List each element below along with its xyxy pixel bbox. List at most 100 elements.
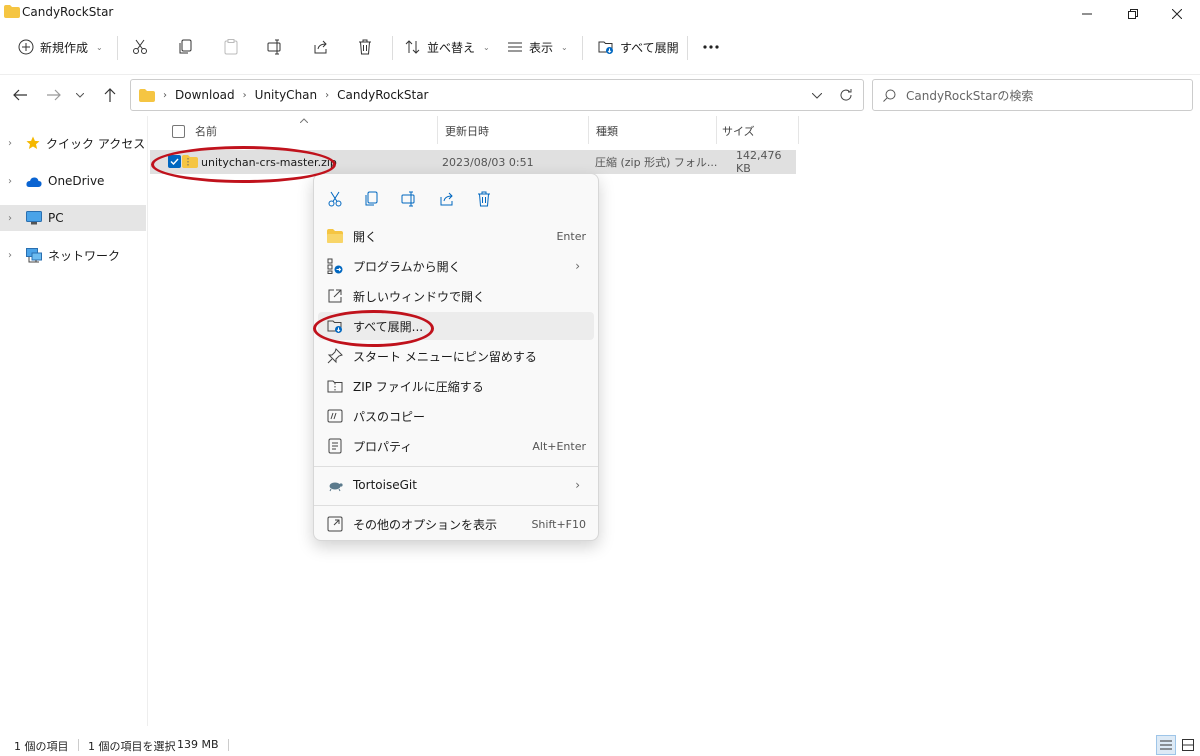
column-header-name[interactable]: 名前 (195, 123, 217, 139)
breadcrumb-candyrockstar[interactable]: CandyRockStar (337, 88, 428, 102)
share-icon (314, 40, 327, 54)
column-header-modified[interactable]: 更新日時 (445, 120, 489, 142)
menu-divider (314, 505, 598, 506)
restore-button[interactable] (1110, 0, 1156, 28)
ctx-item-label: TortoiseGit (353, 478, 417, 492)
folder-icon (139, 88, 155, 102)
file-list: 名前 更新日時 種類 サイズ unitychan-crs-master.zip … (150, 116, 1200, 726)
status-bar: 1 個の項目 1 個の項目を選択 139 MB (0, 733, 1200, 756)
cut-icon (328, 191, 342, 207)
restore-icon (1128, 9, 1138, 19)
recent-button[interactable] (70, 83, 90, 107)
minimize-button[interactable] (1064, 0, 1110, 28)
copy-button[interactable] (178, 28, 194, 66)
breadcrumb-unitychan[interactable]: UnityChan (255, 88, 317, 102)
sidebar-item-onedrive[interactable]: › OneDrive (0, 168, 146, 194)
column-header-type[interactable]: 種類 (596, 120, 618, 142)
window-title: CandyRockStar (22, 5, 114, 19)
delete-button[interactable] (357, 28, 373, 66)
more-icon (703, 45, 719, 49)
ctx-more-options[interactable]: その他のオプションを表示 Shift+F10 (318, 510, 594, 538)
rename-button[interactable] (267, 28, 283, 66)
ctx-compress-zip[interactable]: ZIP ファイルに圧縮する (318, 372, 594, 400)
ctx-share-button[interactable] (434, 186, 460, 212)
chevron-right-icon[interactable]: › (8, 250, 20, 261)
chevron-down-icon: ⌄ (561, 42, 568, 52)
up-button[interactable] (98, 83, 122, 107)
new-window-icon (328, 289, 342, 303)
more-button[interactable] (702, 28, 720, 66)
search-placeholder: CandyRockStarの検索 (906, 88, 1034, 103)
sidebar-item-label: クイック アクセス (46, 136, 146, 151)
chevron-right-icon[interactable]: › (8, 138, 20, 149)
ctx-rename-button[interactable] (396, 186, 422, 212)
toolbar-divider (582, 36, 583, 60)
column-divider[interactable] (437, 116, 438, 144)
column-header-size[interactable]: サイズ (722, 120, 755, 142)
tiles-view-button[interactable] (1178, 735, 1198, 755)
command-bar: 新規作成 ⌄ 並べ替え ⌄ 表示 ⌄ すべて展開 (0, 28, 1200, 70)
sidebar-item-label: PC (48, 211, 64, 225)
close-button[interactable] (1154, 0, 1200, 28)
ctx-open-with[interactable]: プログラムから開く › (318, 252, 594, 280)
toolbar-divider (392, 36, 393, 60)
select-all-checkbox[interactable] (172, 124, 185, 138)
rename-icon (401, 191, 415, 207)
new-label: 新規作成 (40, 40, 89, 55)
cut-button[interactable] (132, 28, 148, 66)
ctx-item-shortcut: Alt+Enter (532, 439, 586, 453)
ctx-item-shortcut: Enter (556, 229, 586, 243)
refresh-icon[interactable] (839, 88, 853, 102)
back-button[interactable] (8, 83, 32, 107)
share-icon (440, 192, 453, 206)
sidebar-item-pc[interactable]: › PC (0, 205, 146, 231)
search-field[interactable]: CandyRockStarの検索 (872, 79, 1193, 111)
address-bar-area: › Download › UnityChan › CandyRockStar C… (0, 74, 1200, 116)
chevron-right-icon: › (242, 89, 247, 101)
ctx-open-new-window[interactable]: 新しいウィンドウで開く (318, 282, 594, 310)
column-divider[interactable] (588, 116, 589, 144)
ctx-open[interactable]: 開く Enter (318, 222, 594, 250)
context-menu: 開く Enter プログラムから開く › 新しいウィンドウで開く すべて展開..… (313, 173, 599, 541)
chevron-right-icon: › (325, 89, 330, 101)
ctx-copy-button[interactable] (359, 186, 385, 212)
view-button[interactable]: 表示 ⌄ (507, 28, 568, 66)
ctx-copy-path[interactable]: パスのコピー (318, 402, 594, 430)
ctx-item-shortcut: Shift+F10 (531, 517, 586, 531)
ctx-delete-button[interactable] (471, 186, 497, 212)
share-button[interactable] (313, 28, 329, 66)
tortoise-icon (329, 482, 343, 492)
breadcrumb-download[interactable]: Download (175, 88, 235, 102)
extract-all-button[interactable]: すべて展開 (598, 28, 679, 66)
star-icon (26, 136, 40, 149)
chevron-down-icon: ⌄ (483, 42, 490, 52)
ctx-item-label: スタート メニューにピン留めする (353, 349, 537, 364)
sidebar-item-network[interactable]: › ネットワーク (0, 242, 146, 268)
chevron-down-icon[interactable] (812, 93, 822, 99)
new-button[interactable]: 新規作成 ⌄ (18, 28, 103, 66)
details-view-button[interactable] (1156, 735, 1176, 755)
view-icon (508, 42, 522, 52)
chevron-right-icon: › (575, 478, 580, 492)
ctx-cut-button[interactable] (322, 186, 348, 212)
column-divider[interactable] (716, 116, 717, 144)
forward-button[interactable] (42, 83, 66, 107)
sort-button[interactable]: 並べ替え ⌄ (405, 28, 490, 66)
ctx-properties[interactable]: プロパティ Alt+Enter (318, 432, 594, 460)
ctx-item-label: パスのコピー (353, 409, 426, 424)
column-divider[interactable] (798, 116, 799, 144)
delete-icon (478, 191, 490, 207)
copy-icon (179, 39, 192, 54)
address-field[interactable]: › Download › UnityChan › CandyRockStar (130, 79, 864, 111)
sidebar-item-label: OneDrive (48, 174, 105, 188)
chevron-right-icon[interactable]: › (8, 176, 20, 187)
chevron-right-icon[interactable]: › (8, 213, 20, 224)
sidebar-item-quick-access[interactable]: › クイック アクセス (0, 130, 146, 156)
menu-divider (314, 466, 598, 467)
chevron-right-icon: › (575, 259, 580, 273)
paste-button[interactable] (223, 28, 239, 66)
status-divider (78, 739, 79, 751)
ctx-tortoisegit[interactable]: TortoiseGit › (318, 471, 594, 499)
select-all-header[interactable]: 名前 (172, 120, 217, 142)
status-divider (228, 739, 229, 751)
